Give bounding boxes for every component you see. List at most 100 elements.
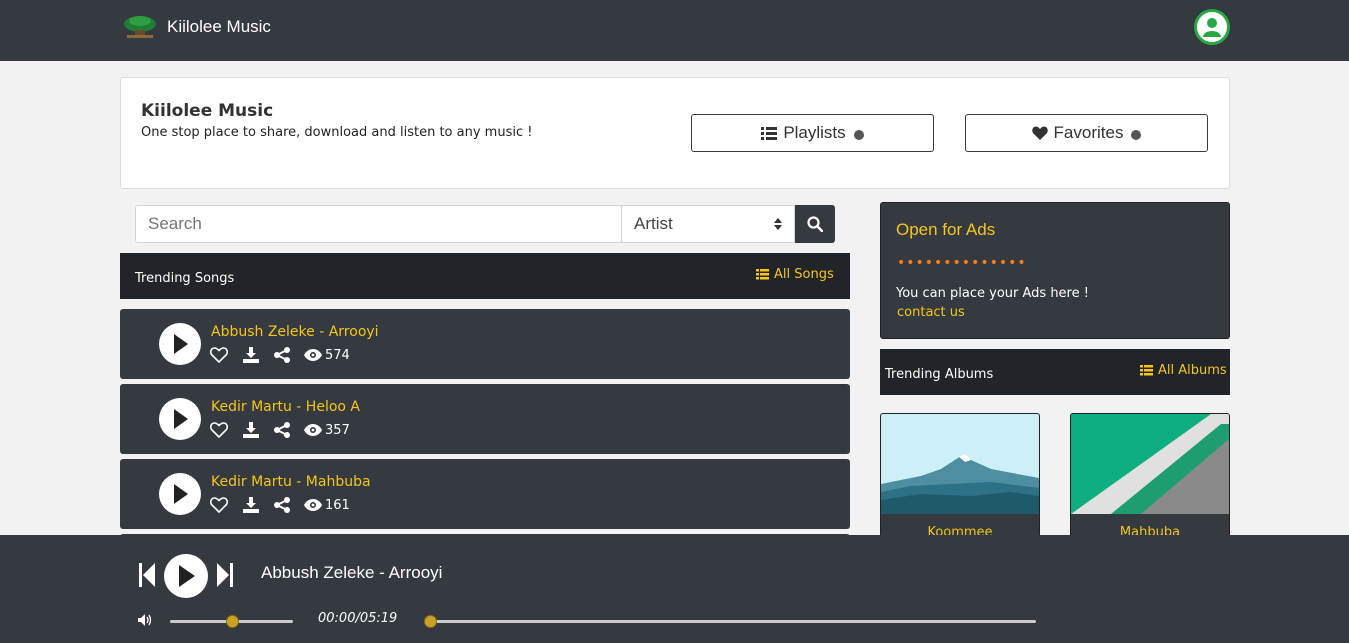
- player-play-button[interactable]: [164, 554, 208, 598]
- like-button[interactable]: [210, 347, 228, 363]
- favorites-label: Favorites: [1053, 123, 1124, 142]
- view-count: 357: [304, 423, 350, 438]
- now-playing-title: Abbush Zeleke - Arrooyi: [261, 563, 443, 582]
- share-button[interactable]: [274, 497, 290, 513]
- share-button[interactable]: [274, 422, 290, 438]
- view-count-value: 357: [325, 422, 350, 438]
- share-icon: [274, 347, 290, 363]
- playback-time: 00:00/05:19: [318, 611, 398, 626]
- volume-icon: [138, 614, 152, 626]
- playlists-button[interactable]: Playlists: [691, 114, 934, 152]
- share-icon: [274, 497, 290, 513]
- heart-outline-icon: [210, 422, 228, 438]
- hero-panel: Kiilolee Music One stop place to share, …: [120, 77, 1230, 189]
- download-icon: [243, 422, 259, 438]
- song-play-button[interactable]: [159, 398, 201, 440]
- song-actions: 574: [210, 347, 350, 363]
- trending-songs-title: Trending Songs: [135, 271, 235, 286]
- song-title[interactable]: Kedir Martu - Heloo A: [211, 399, 360, 415]
- song-title[interactable]: Abbush Zeleke - Arrooyi: [211, 324, 379, 340]
- view-count-value: 161: [325, 497, 350, 513]
- download-button[interactable]: [242, 422, 260, 438]
- heart-outline-icon: [210, 497, 228, 513]
- search-bar: Artist: [135, 205, 835, 243]
- song-play-button[interactable]: [159, 323, 201, 365]
- download-icon: [243, 497, 259, 513]
- page-subtitle: One stop place to share, download and li…: [141, 125, 533, 140]
- song-actions: 161: [210, 497, 350, 513]
- previous-track-button[interactable]: [139, 563, 155, 591]
- play-icon: [174, 334, 188, 354]
- tree-logo-icon: [124, 16, 156, 38]
- list-icon: [1140, 365, 1153, 376]
- select-arrows-icon: [774, 218, 782, 230]
- view-count: 161: [304, 498, 350, 513]
- ads-panel: Open for Ads •••••••••••••• You can plac…: [880, 202, 1230, 339]
- list-icon: [756, 269, 769, 280]
- trending-songs-header: Trending Songs All Songs: [120, 253, 850, 299]
- search-filter-select[interactable]: Artist: [621, 205, 795, 243]
- volume-button[interactable]: [138, 611, 152, 630]
- view-count: 574: [304, 348, 350, 363]
- album-card[interactable]: Koommee: [880, 413, 1040, 553]
- heart-outline-icon: [210, 347, 228, 363]
- favorites-count-badge: [1131, 129, 1142, 140]
- play-icon: [174, 484, 188, 504]
- brand-name: Kiilolee Music: [167, 17, 271, 36]
- view-count-value: 574: [325, 347, 350, 363]
- like-button[interactable]: [210, 422, 228, 438]
- ads-title: Open for Ads: [896, 220, 996, 239]
- all-songs-link[interactable]: All Songs: [756, 267, 834, 282]
- next-track-button[interactable]: [217, 563, 233, 591]
- page-title: Kiilolee Music: [141, 101, 274, 121]
- heart-icon: [1031, 126, 1048, 140]
- skip-next-icon: [217, 563, 233, 587]
- download-button[interactable]: [242, 497, 260, 513]
- audio-player: Abbush Zeleke - Arrooyi 00:00/05:19: [0, 535, 1349, 643]
- search-icon: [807, 216, 823, 232]
- album-cover-mountains: [881, 414, 1039, 514]
- play-icon: [179, 565, 195, 587]
- album-card[interactable]: Mahbuba: [1070, 413, 1230, 553]
- share-icon: [274, 422, 290, 438]
- progress-slider[interactable]: [424, 615, 1036, 628]
- song-actions: 357: [210, 422, 350, 438]
- volume-slider[interactable]: [170, 615, 293, 628]
- progress-slider-thumb[interactable]: [424, 615, 437, 628]
- navbar: Kiilolee Music: [0, 0, 1349, 61]
- skip-previous-icon: [139, 563, 155, 587]
- download-icon: [243, 347, 259, 363]
- list-icon: [761, 126, 778, 140]
- favorites-button[interactable]: Favorites: [965, 114, 1208, 152]
- all-albums-link[interactable]: All Albums: [1140, 363, 1227, 378]
- brand[interactable]: Kiilolee Music: [123, 14, 271, 40]
- search-filter-value: Artist: [634, 214, 673, 233]
- ads-divider: ••••••••••••••: [897, 255, 1027, 271]
- user-account-button[interactable]: [1194, 9, 1230, 45]
- song-play-button[interactable]: [159, 473, 201, 515]
- playlists-label: Playlists: [783, 123, 846, 142]
- song-row: Abbush Zeleke - Arrooyi 574: [120, 309, 850, 379]
- ads-text: You can place your Ads here !: [896, 286, 1089, 301]
- user-icon: [1203, 18, 1221, 37]
- album-cover-abstract: [1071, 414, 1229, 514]
- like-button[interactable]: [210, 497, 228, 513]
- song-row: Kedir Martu - Heloo A 357: [120, 384, 850, 454]
- contact-us-link[interactable]: contact us: [897, 305, 965, 320]
- playlists-count-badge: [853, 129, 864, 140]
- song-row: Kedir Martu - Mahbuba 161: [120, 459, 850, 529]
- all-songs-label: All Songs: [774, 267, 834, 282]
- eye-icon: [304, 499, 322, 511]
- eye-icon: [304, 424, 322, 436]
- share-button[interactable]: [274, 347, 290, 363]
- search-button[interactable]: [795, 205, 835, 243]
- volume-slider-thumb[interactable]: [225, 615, 239, 628]
- play-icon: [174, 409, 188, 429]
- trending-albums-title: Trending Albums: [885, 367, 994, 382]
- eye-icon: [304, 349, 322, 361]
- all-albums-label: All Albums: [1158, 363, 1227, 378]
- song-title[interactable]: Kedir Martu - Mahbuba: [211, 474, 371, 490]
- download-button[interactable]: [242, 347, 260, 363]
- search-input[interactable]: [135, 205, 621, 243]
- trending-albums-header: Trending Albums All Albums: [880, 349, 1230, 395]
